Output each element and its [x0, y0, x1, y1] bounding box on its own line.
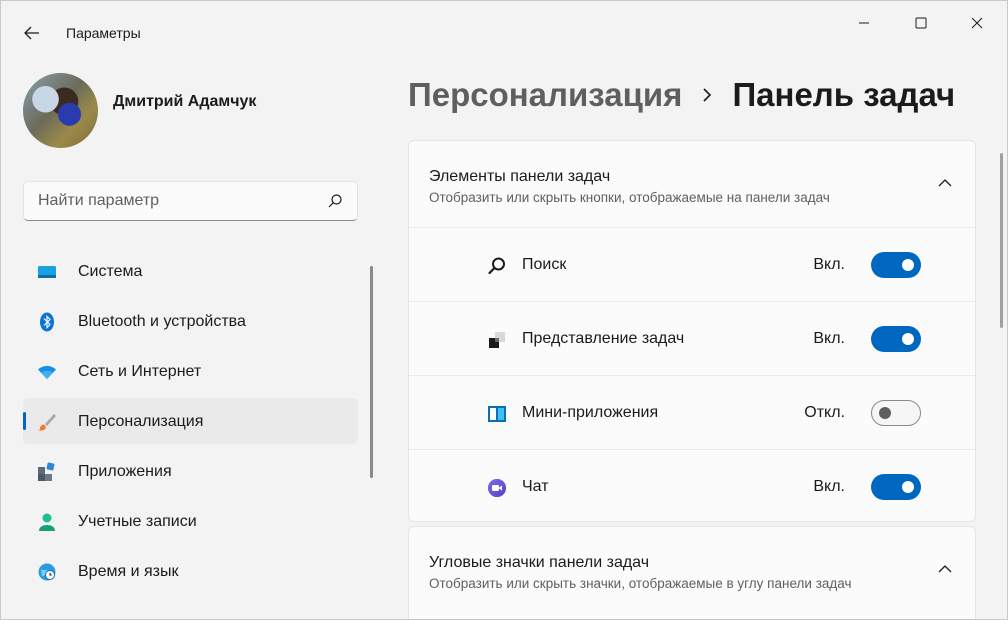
sidebar-item-time-language[interactable]: Время и язык: [23, 548, 358, 594]
toggle-state-text: Вкл.: [813, 256, 845, 273]
system-icon: [38, 266, 56, 278]
search-icon[interactable]: [327, 193, 343, 209]
chat-icon: [488, 479, 506, 497]
chevron-up-icon[interactable]: [937, 177, 953, 189]
taskbar-corner-icons-section: Угловые значки панели задач Отобразить и…: [408, 526, 976, 619]
sidebar-item-label: Система: [78, 263, 143, 280]
sidebar-item-system[interactable]: Система: [23, 248, 358, 294]
search-toggle[interactable]: [871, 252, 921, 278]
user-name: Дмитрий Адамчук: [113, 93, 257, 110]
maximize-button[interactable]: [898, 9, 944, 37]
title-bar: Параметры: [1, 1, 1007, 47]
apps-icon: [38, 462, 55, 481]
sidebar-item-personalization[interactable]: Персонализация: [23, 398, 358, 444]
sidebar-item-label: Учетные записи: [78, 513, 197, 530]
section-title: Элементы панели задач: [429, 168, 611, 185]
page-title: Панель задач: [732, 76, 956, 113]
sidebar-item-accounts[interactable]: Учетные записи: [23, 498, 358, 544]
close-button[interactable]: [954, 9, 1000, 37]
item-label: Поиск: [522, 256, 567, 273]
section-subtitle: Отобразить или скрыть кнопки, отображаем…: [429, 190, 830, 205]
sidebar-item-label: Приложения: [78, 463, 172, 480]
back-arrow-icon: [24, 26, 39, 40]
sidebar-item-label: Bluetooth и устройства: [78, 313, 246, 330]
toggle-state-text: Откл.: [804, 404, 845, 421]
user-icon: [39, 513, 55, 531]
sidebar-scrollbar[interactable]: [370, 266, 373, 478]
maximize-icon: [915, 17, 927, 29]
search-input[interactable]: [38, 192, 318, 210]
breadcrumb: Персонализация Панель задач: [408, 76, 955, 114]
sidebar-item-apps[interactable]: Приложения: [23, 448, 358, 494]
minimize-button[interactable]: [841, 9, 887, 37]
item-label: Представление задач: [522, 330, 685, 347]
taskbar-corner-icons-header[interactable]: Угловые значки панели задач Отобразить и…: [409, 527, 975, 613]
chevron-right-icon: [703, 88, 712, 102]
brush-icon: [38, 414, 56, 431]
taskbar-item-chat: Чат Вкл.: [409, 449, 975, 521]
globe-clock-icon: [38, 563, 56, 581]
sidebar-item-network[interactable]: Сеть и Интернет: [23, 348, 358, 394]
chat-toggle[interactable]: [871, 474, 921, 500]
section-subtitle: Отобразить или скрыть значки, отображаем…: [429, 576, 852, 591]
settings-window: Параметры Дмитрий Адамчук Система: [0, 0, 1008, 620]
taskbar-items-section: Элементы панели задач Отобразить или скр…: [408, 140, 976, 522]
app-title: Параметры: [66, 25, 141, 41]
taskbar-item-search: Поиск Вкл.: [409, 227, 975, 301]
content-scrollbar[interactable]: [1000, 153, 1003, 328]
taskbar-item-task-view: Представление задач Вкл.: [409, 301, 975, 375]
back-button[interactable]: [15, 17, 49, 49]
sidebar-item-label: Персонализация: [78, 413, 204, 430]
wifi-icon: [38, 365, 56, 379]
toggle-state-text: Вкл.: [813, 478, 845, 495]
section-title: Угловые значки панели задач: [429, 554, 650, 571]
toggle-state-text: Вкл.: [813, 330, 845, 347]
sidebar-item-label: Время и язык: [78, 563, 179, 580]
widgets-icon: [488, 406, 506, 422]
close-icon: [971, 17, 983, 29]
chevron-up-icon[interactable]: [937, 563, 953, 575]
minimize-icon: [859, 22, 869, 24]
widgets-toggle[interactable]: [871, 400, 921, 426]
taskbar-item-widgets: Мини-приложения Откл.: [409, 375, 975, 449]
item-label: Чат: [522, 478, 549, 495]
search-box[interactable]: [23, 181, 358, 221]
sidebar-item-label: Сеть и Интернет: [78, 363, 202, 380]
taskbar-items-header[interactable]: Элементы панели задач Отобразить или скр…: [409, 141, 975, 227]
item-label: Мини-приложения: [522, 404, 659, 421]
avatar[interactable]: [23, 73, 98, 148]
task-view-icon: [489, 332, 505, 348]
search-icon: [488, 257, 505, 275]
breadcrumb-parent[interactable]: Персонализация: [408, 76, 682, 114]
sidebar-nav: Система Bluetooth и устройства Сеть и Ин…: [23, 248, 358, 598]
task-view-toggle[interactable]: [871, 326, 921, 352]
sidebar-item-bluetooth[interactable]: Bluetooth и устройства: [23, 298, 358, 344]
bluetooth-icon: [40, 312, 54, 332]
